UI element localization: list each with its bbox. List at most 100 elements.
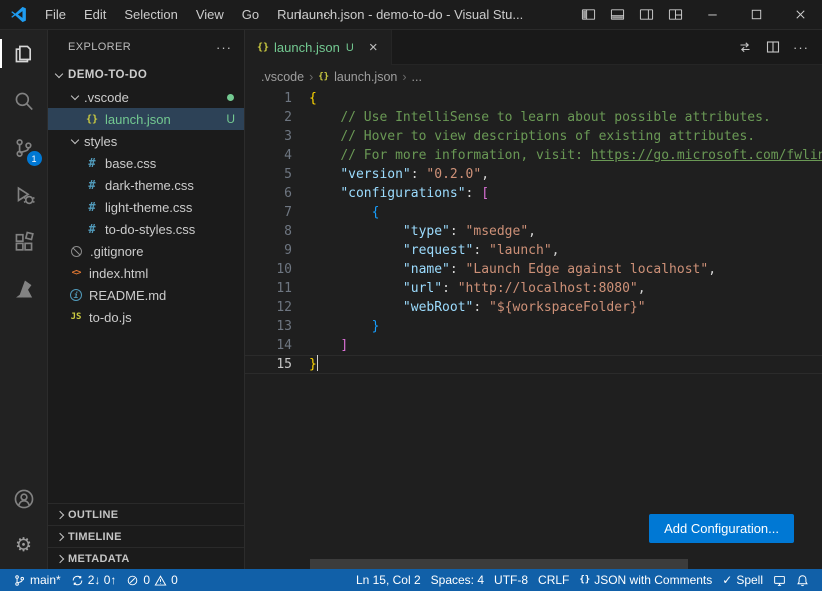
maximize-button[interactable] [734, 0, 778, 29]
sidebar-header: EXPLORER ··· [48, 30, 244, 64]
code-line-1[interactable]: 1{ [245, 89, 822, 108]
code-line-11[interactable]: 11 "url": "http://localhost:8080", [245, 279, 822, 298]
tree-item-launch-json[interactable]: {}launch.jsonU [48, 108, 244, 130]
line-number[interactable]: 12 [245, 298, 292, 317]
horizontal-scrollbar[interactable] [245, 559, 822, 569]
code-line-3[interactable]: 3 // Hover to view descriptions of exist… [245, 127, 822, 146]
code-line-10[interactable]: 10 "name": "Launch Edge against localhos… [245, 260, 822, 279]
json-braces-icon: {} [579, 575, 590, 585]
sync-status[interactable]: 2↓ 0↑ [66, 569, 122, 591]
code-editor[interactable]: 1{2 // Use IntelliSense to learn about p… [245, 89, 822, 569]
branch-status[interactable]: main* [8, 569, 66, 591]
code-line-8[interactable]: 8 "type": "msedge", [245, 222, 822, 241]
activity-azure-button[interactable] [0, 265, 48, 312]
code-line-6[interactable]: 6 "configurations": [ [245, 184, 822, 203]
activity-explorer-button[interactable] [0, 30, 48, 77]
line-number[interactable]: 9 [245, 241, 292, 260]
tab-close-button[interactable]: × [364, 38, 383, 57]
toggle-sidebar-button[interactable] [574, 0, 603, 29]
menu-selection[interactable]: Selection [115, 0, 186, 29]
tree-item-dark-theme-css[interactable]: #dark-theme.css [48, 174, 244, 196]
tree-item-demo-to-do[interactable]: DEMO-TO-DO [48, 64, 244, 86]
line-number[interactable]: 3 [245, 127, 292, 146]
code-text: "request": "launch", [309, 241, 559, 260]
encoding-status[interactable]: UTF-8 [489, 569, 533, 591]
toggle-panel-button[interactable] [603, 0, 632, 29]
line-number[interactable]: 14 [245, 336, 292, 355]
tree-item-light-theme-css[interactable]: #light-theme.css [48, 196, 244, 218]
close-button[interactable] [778, 0, 822, 29]
menu-file[interactable]: File [36, 0, 75, 29]
code-line-13[interactable]: 13 } [245, 317, 822, 336]
breadcrumb-folder[interactable]: .vscode [261, 70, 304, 84]
line-number[interactable]: 2 [245, 108, 292, 127]
code-line-12[interactable]: 12 "webRoot": "${workspaceFolder}" [245, 298, 822, 317]
split-editor-button[interactable] [762, 36, 784, 58]
line-number[interactable]: 6 [245, 184, 292, 203]
timeline-section-header[interactable]: TIMELINE [48, 525, 244, 547]
line-number[interactable]: 1 [245, 89, 292, 108]
tree-item-vscode[interactable]: .vscode [48, 86, 244, 108]
open-changes-button[interactable] [734, 36, 756, 58]
toggle-secondary-sidebar-button[interactable] [632, 0, 661, 29]
tree-item-to-do-styles-css[interactable]: #to-do-styles.css [48, 218, 244, 240]
tab-launch-json[interactable]: {} launch.json U × [245, 30, 392, 65]
azure-icon [13, 278, 35, 300]
add-configuration-button[interactable]: Add Configuration... [649, 514, 794, 543]
minimize-button[interactable] [690, 0, 734, 29]
activity-source-control-button[interactable]: 1 [0, 124, 48, 171]
code-line-7[interactable]: 7 { [245, 203, 822, 222]
line-number[interactable]: 7 [245, 203, 292, 222]
breadcrumb-file[interactable]: launch.json [334, 70, 397, 84]
outline-section-header[interactable]: OUTLINE [48, 503, 244, 525]
account-button[interactable] [0, 475, 48, 522]
settings-button[interactable]: ⚙ [0, 522, 48, 569]
sidebar-more-actions-button[interactable]: ··· [216, 40, 232, 55]
code-line-5[interactable]: 5 "version": "0.2.0", [245, 165, 822, 184]
run-debug-icon [13, 184, 35, 206]
code-line-14[interactable]: 14 ] [245, 336, 822, 355]
line-number[interactable]: 15 [245, 355, 292, 374]
menu-go[interactable]: Go [233, 0, 268, 29]
activity-search-button[interactable] [0, 77, 48, 124]
activity-extensions-button[interactable] [0, 218, 48, 265]
tree-item-index-html[interactable]: <>index.html [48, 262, 244, 284]
git-file-icon [71, 246, 82, 257]
problems-status[interactable]: 0 0 [121, 569, 182, 591]
tree-item-gitignore[interactable]: .gitignore [48, 240, 244, 262]
line-number[interactable]: 11 [245, 279, 292, 298]
code-line-9[interactable]: 9 "request": "launch", [245, 241, 822, 260]
text-cursor [317, 355, 319, 371]
metadata-section-header[interactable]: METADATA [48, 547, 244, 569]
tree-item-styles[interactable]: styles [48, 130, 244, 152]
line-number[interactable]: 10 [245, 260, 292, 279]
line-number[interactable]: 8 [245, 222, 292, 241]
indent-text: Spaces: 4 [431, 573, 484, 587]
branch-name: main* [30, 573, 61, 587]
menu-view[interactable]: View [187, 0, 233, 29]
code-line-15[interactable]: 15} [245, 355, 822, 374]
line-number[interactable]: 5 [245, 165, 292, 184]
cursor-position-status[interactable]: Ln 15, Col 2 [351, 569, 426, 591]
chevron-right-icon: › [309, 70, 313, 84]
scrollbar-thumb[interactable] [310, 559, 688, 569]
line-number[interactable]: 4 [245, 146, 292, 165]
eol-status[interactable]: CRLF [533, 569, 574, 591]
activity-run-debug-button[interactable] [0, 171, 48, 218]
remote-indicator[interactable] [768, 569, 791, 591]
spell-checker-status[interactable]: ✓ Spell [717, 569, 768, 591]
language-mode-status[interactable]: {} JSON with Comments [574, 569, 717, 591]
tree-item-base-css[interactable]: #base.css [48, 152, 244, 174]
tree-item-readme-md[interactable]: iREADME.md [48, 284, 244, 306]
customize-layout-button[interactable] [661, 0, 690, 29]
code-line-2[interactable]: 2 // Use IntelliSense to learn about pos… [245, 108, 822, 127]
css-file-icon: # [84, 177, 100, 193]
editor-more-actions-button[interactable]: ··· [790, 36, 812, 58]
code-line-4[interactable]: 4 // For more information, visit: https:… [245, 146, 822, 165]
indentation-status[interactable]: Spaces: 4 [426, 569, 489, 591]
breadcrumb-symbol[interactable]: ... [412, 70, 422, 84]
notifications-button[interactable] [791, 569, 814, 591]
menu-edit[interactable]: Edit [75, 0, 115, 29]
line-number[interactable]: 13 [245, 317, 292, 336]
tree-item-to-do-js[interactable]: JSto-do.js [48, 306, 244, 328]
